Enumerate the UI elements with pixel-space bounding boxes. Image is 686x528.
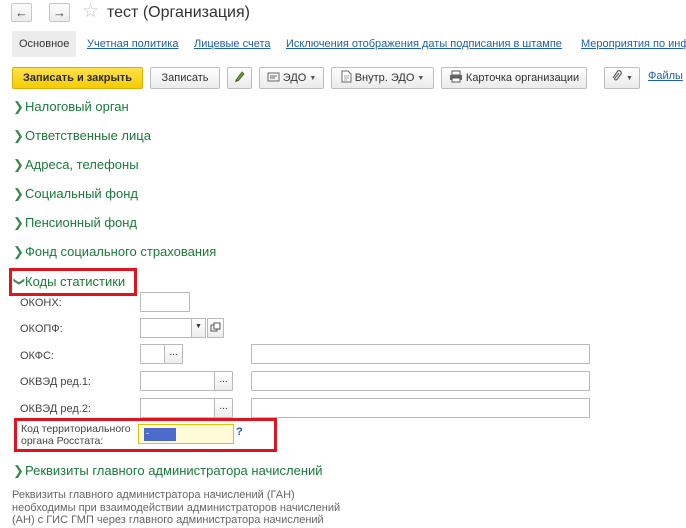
edo-label: ЭДО <box>282 72 307 84</box>
edo-menu-button[interactable]: ЭДО ▼ <box>259 67 324 89</box>
tab-accounting-policy[interactable]: Учетная политика <box>87 36 178 52</box>
printer-icon <box>449 70 462 83</box>
chevron-right-icon: ❯ <box>13 186 24 201</box>
internal-edo-menu-button[interactable]: Внутр. ЭДО ▼ <box>331 67 434 89</box>
okfs-select-button[interactable]: ... <box>164 344 183 364</box>
save-button[interactable]: Записать <box>150 67 220 89</box>
group-responsible-persons[interactable]: ❯Ответственные лица <box>13 127 151 145</box>
okopf-open-button[interactable] <box>207 318 224 338</box>
okved2-description-field[interactable] <box>251 398 590 418</box>
chevron-right-icon: ❯ <box>13 244 24 259</box>
okved1-select-button[interactable]: ... <box>214 371 233 391</box>
group-pension-fund[interactable]: ❯Пенсионный фонд <box>13 214 137 232</box>
internal-edo-label: Внутр. ЭДО <box>354 72 415 84</box>
chevron-right-icon: ❯ <box>13 128 24 143</box>
forward-button[interactable]: → <box>49 3 70 22</box>
chevron-down-icon: ▼ <box>195 323 202 330</box>
group-label: Фонд социального страхования <box>25 244 217 259</box>
favorite-star-icon[interactable]: ☆ <box>82 1 99 23</box>
chevron-down-icon: ▼ <box>626 75 633 82</box>
tab-info-measures[interactable]: Мероприятия по инф <box>581 36 686 52</box>
rosstat-label-line: Код территориального <box>21 423 131 435</box>
okved1-description-field[interactable] <box>251 371 590 391</box>
chevron-right-icon: ❯ <box>13 99 24 114</box>
okved2-label: ОКВЭД ред.2: <box>20 403 91 415</box>
okonh-label: ОКОНХ: <box>20 297 62 309</box>
arrow-right-icon: → <box>53 5 66 20</box>
org-card-button[interactable]: Карточка организации <box>441 67 587 89</box>
okfs-description-field[interactable] <box>251 344 590 364</box>
chevron-right-icon: ❯ <box>13 215 24 230</box>
paperclip-icon <box>612 70 622 81</box>
edo-icon <box>267 72 280 82</box>
document-icon <box>341 70 352 83</box>
files-link[interactable]: Файлы <box>648 70 683 82</box>
arrow-left-icon: ← <box>15 5 28 20</box>
okopf-label: ОКОПФ: <box>20 323 63 335</box>
chevron-down-icon: ❯ <box>13 277 25 287</box>
okfs-label: ОКФС: <box>20 350 54 362</box>
back-button[interactable]: ← <box>11 3 32 22</box>
group-tax-authority[interactable]: ❯Налоговый орган <box>13 98 129 116</box>
group-label: Пенсионный фонд <box>25 215 138 230</box>
tab-main[interactable]: Основное <box>12 31 77 57</box>
group-addresses-phones[interactable]: ❯Адреса, телефоны <box>13 156 139 174</box>
sign-button[interactable] <box>227 67 252 89</box>
okved2-field[interactable] <box>140 398 215 418</box>
group-label: Реквизиты главного администратора начисл… <box>25 463 323 478</box>
group-gan-requisites[interactable]: ❯Реквизиты главного администратора начис… <box>13 462 323 480</box>
okopf-dropdown-button[interactable]: ▼ <box>191 318 206 338</box>
group-label: Налоговый орган <box>25 99 129 114</box>
rosstat-code-field[interactable]: - <box>138 424 234 444</box>
group-social-fund[interactable]: ❯Социальный фонд <box>13 185 138 203</box>
okfs-field[interactable] <box>140 344 165 364</box>
group-statistics-codes[interactable]: ❯Коды статистики <box>13 273 125 292</box>
pen-sign-icon <box>234 71 245 82</box>
rosstat-label-line: органа Росстата: <box>21 435 104 447</box>
help-icon[interactable]: ? <box>236 426 243 438</box>
window-title: тест (Организация) <box>107 4 250 21</box>
okopf-field[interactable] <box>140 318 192 338</box>
okved1-field[interactable] <box>140 371 215 391</box>
chevron-right-icon: ❯ <box>13 463 24 478</box>
attachments-menu-button[interactable]: ▼ <box>604 67 640 89</box>
group-social-insurance-fund[interactable]: ❯Фонд социального страхования <box>13 243 216 261</box>
chevron-down-icon: ▼ <box>417 75 425 82</box>
group-label: Адреса, телефоны <box>25 157 139 172</box>
tab-signing-date-exceptions[interactable]: Исключения отображения даты подписания в… <box>286 36 562 52</box>
group-label: Коды статистики <box>25 274 126 289</box>
chevron-down-icon: ▼ <box>309 75 317 82</box>
okved1-label: ОКВЭД ред.1: <box>20 376 91 388</box>
group-label: Ответственные лица <box>25 128 151 143</box>
rosstat-code-label: Код территориального органа Росстата: <box>21 423 131 447</box>
gan-footnote: Реквизиты главного администратора начисл… <box>12 489 352 527</box>
rosstat-code-value: - <box>144 428 176 441</box>
okonh-field[interactable] <box>140 292 190 312</box>
chevron-right-icon: ❯ <box>13 157 24 172</box>
footnote-line: (АН) с ГИС ГМП через главного администра… <box>12 514 324 526</box>
footnote-line: необходимы при взаимодействии администра… <box>12 501 341 514</box>
save-and-close-button[interactable]: Записать и закрыть <box>12 67 143 89</box>
okved2-select-button[interactable]: ... <box>214 398 233 418</box>
tab-personal-accounts[interactable]: Лицевые счета <box>194 36 270 52</box>
footnote-line: Реквизиты главного администратора начисл… <box>12 489 295 501</box>
open-icon <box>210 322 221 332</box>
org-card-label: Карточка организации <box>465 72 580 84</box>
group-label: Социальный фонд <box>25 186 139 201</box>
